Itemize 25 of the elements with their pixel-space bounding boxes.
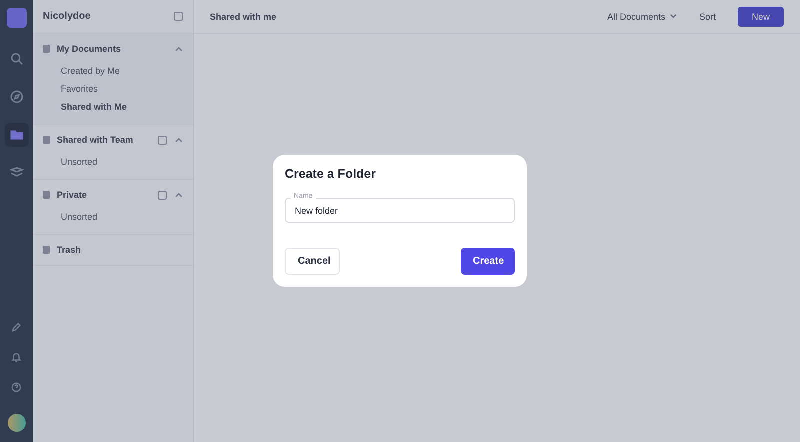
sidebar-item[interactable]: Shared with Me <box>49 98 193 116</box>
sort-button[interactable]: Sort <box>699 12 716 22</box>
chevron-icon[interactable] <box>175 137 183 143</box>
chevron-icon[interactable] <box>175 46 183 52</box>
sidebar-item[interactable]: Favorites <box>49 80 193 98</box>
section-title[interactable]: Private <box>57 190 158 200</box>
section-title[interactable]: Shared with Team <box>57 135 158 145</box>
avatar[interactable] <box>8 414 26 432</box>
filter-dropdown[interactable]: All Documents <box>607 12 666 22</box>
workspace-name: Nicolydoe <box>43 11 91 22</box>
section-title[interactable]: Trash <box>57 245 183 255</box>
dialog-title: Create a Folder <box>285 167 378 181</box>
chevron-icon[interactable] <box>175 192 183 198</box>
folder-icon[interactable] <box>4 123 28 147</box>
section-title[interactable]: My Documents <box>57 44 175 54</box>
create-button[interactable]: Create <box>461 248 515 275</box>
logo-icon[interactable] <box>6 8 26 28</box>
sidebar-item[interactable]: Unsorted <box>49 208 193 226</box>
name-field[interactable]: New folder <box>285 198 515 223</box>
new-button[interactable]: New <box>738 6 784 26</box>
sidebar-item[interactable]: Created by Me <box>49 62 193 80</box>
chevron-down-icon[interactable] <box>670 14 678 19</box>
page-title: Shared with me <box>210 12 277 22</box>
cancel-button[interactable]: Cancel <box>285 248 340 275</box>
sidebar-item[interactable]: Unsorted <box>49 153 193 171</box>
